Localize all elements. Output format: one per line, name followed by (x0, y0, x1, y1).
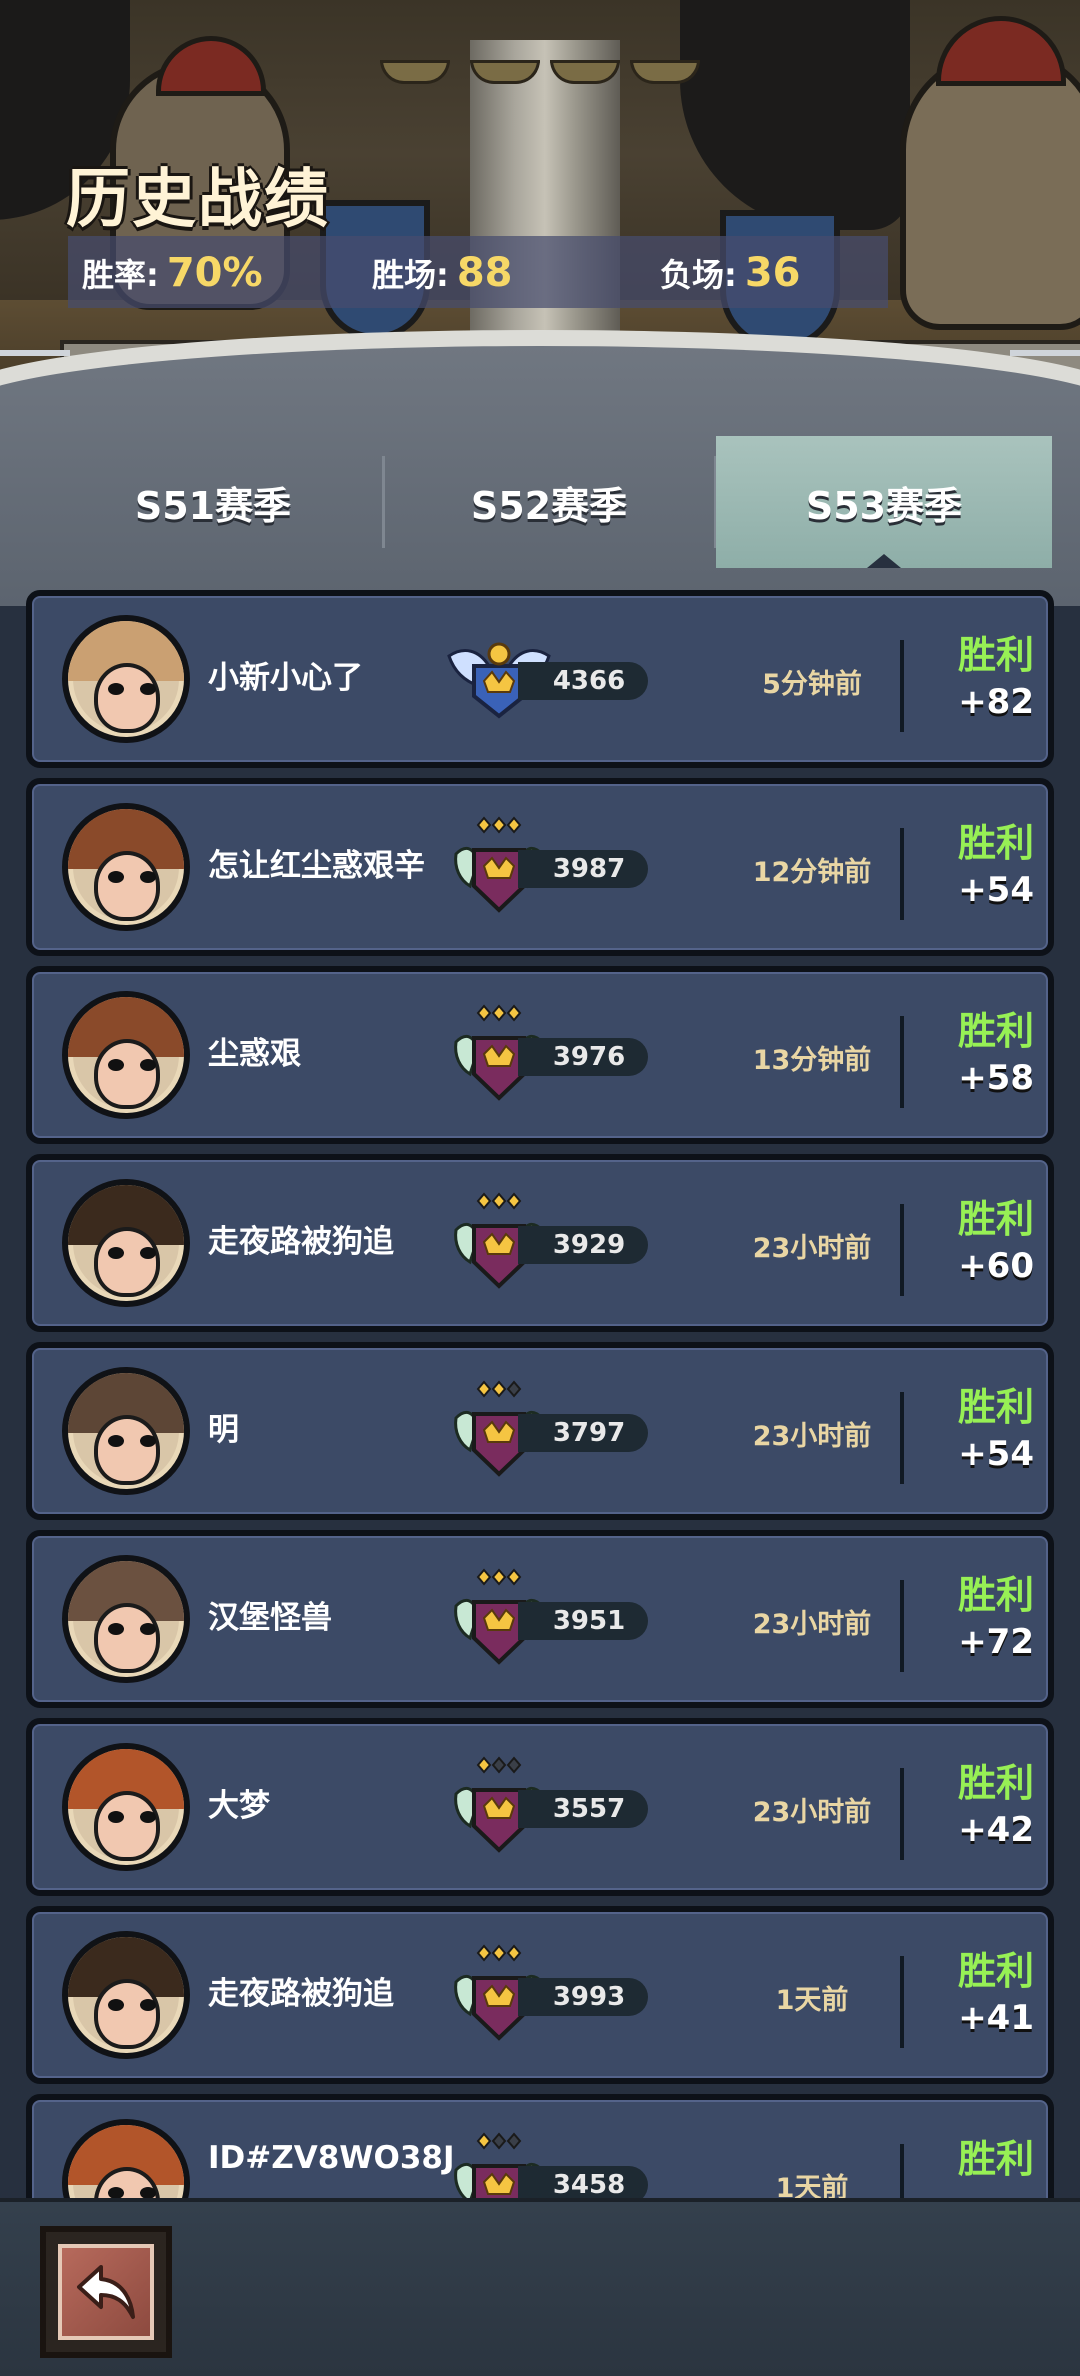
match-row[interactable]: 尘惑艰 3976 13分钟前 胜利 +58 (26, 966, 1054, 1144)
match-time: 23小时前 (752, 1421, 872, 1452)
player-avatar[interactable] (62, 1179, 190, 1307)
score-change: +58 (958, 1058, 1034, 1098)
match-row[interactable]: 走夜路被狗追 3993 1天前 胜利 +41 (26, 1906, 1054, 2084)
match-result: 胜利 (957, 1385, 1034, 1429)
score-change: +41 (958, 1998, 1034, 2038)
row-divider (900, 1580, 904, 1672)
player-avatar[interactable] (62, 2119, 190, 2198)
player-name: 汉堡怪兽 (208, 1600, 332, 1636)
history-record-screen: 历史战绩 胜率: 70% 胜场: 88 负场: 36 S51赛季 S52赛季 S… (0, 0, 1080, 2376)
back-arrow-icon (58, 2244, 154, 2340)
match-time: 12分钟前 (752, 857, 872, 888)
score-change: +60 (958, 1246, 1034, 1286)
bottom-bar (0, 2198, 1080, 2376)
match-result: 胜利 (957, 2137, 1034, 2181)
tab-s52[interactable]: S52赛季 (382, 436, 716, 568)
win-rate-label: 胜率: (82, 256, 159, 294)
player-name: 走夜路被狗追 (208, 1976, 394, 2012)
player-name: 走夜路被狗追 (208, 1224, 394, 1260)
row-divider (900, 2144, 904, 2198)
score-change: +54 (958, 1434, 1034, 1474)
score-change: +72 (958, 1622, 1034, 1662)
match-history-list[interactable]: 小新小心了 4366 5分钟前 胜利 +82 怎让红尘惑艰辛 3987 12分钟前 胜利 +54 尘… (0, 568, 1080, 2198)
player-name: 大梦 (208, 1788, 270, 1824)
back-button[interactable] (40, 2226, 172, 2358)
rank-score: 3951 (518, 1602, 648, 1640)
match-time: 23小时前 (752, 1609, 872, 1640)
match-row[interactable]: 明 3797 23小时前 胜利 +54 (26, 1342, 1054, 1520)
match-time: 5分钟前 (762, 669, 862, 700)
rank-score: 3458 (518, 2166, 648, 2198)
wins-stat: 胜场: 88 (372, 250, 512, 296)
match-time: 1天前 (775, 1985, 849, 2016)
greek-key-decor-left (0, 350, 70, 390)
player-name: ID#ZV8WO38J (208, 2140, 455, 2176)
match-time: 13分钟前 (752, 1045, 872, 1076)
losses-value: 36 (744, 250, 801, 296)
player-avatar[interactable] (62, 1367, 190, 1495)
match-result: 胜利 (957, 633, 1034, 677)
season-tabs: S51赛季 S52赛季 S53赛季 (0, 436, 1080, 568)
tab-s53[interactable]: S53赛季 (716, 436, 1052, 568)
greek-key-decor-right (1010, 350, 1080, 390)
score-change: +54 (958, 870, 1034, 910)
player-name: 明 (208, 1412, 239, 1448)
curtain-right (680, 0, 910, 230)
rank-score: 3929 (518, 1226, 648, 1264)
match-result: 胜利 (957, 1197, 1034, 1241)
score-change: +82 (958, 682, 1034, 722)
player-name: 尘惑艰 (208, 1036, 301, 1072)
match-row[interactable]: 小新小心了 4366 5分钟前 胜利 +82 (26, 590, 1054, 768)
tab-s51[interactable]: S51赛季 (46, 436, 380, 568)
losses-label: 负场: (660, 256, 737, 294)
row-divider (900, 1956, 904, 2048)
player-avatar[interactable] (62, 1931, 190, 2059)
match-time: 23小时前 (752, 1233, 872, 1264)
player-avatar[interactable] (62, 803, 190, 931)
match-result: 胜利 (957, 1761, 1034, 1805)
match-time: 23小时前 (752, 1797, 872, 1828)
match-result: 胜利 (957, 1009, 1034, 1053)
player-avatar[interactable] (62, 1743, 190, 1871)
wins-label: 胜场: (372, 256, 449, 294)
match-time: 1天前 (775, 2173, 849, 2198)
rank-score: 3987 (518, 850, 648, 888)
row-divider (900, 1768, 904, 1860)
player-avatar[interactable] (62, 1555, 190, 1683)
row-divider (900, 1016, 904, 1108)
row-divider (900, 640, 904, 732)
rank-score: 3557 (518, 1790, 648, 1828)
player-name: 小新小心了 (208, 660, 363, 696)
rank-score: 3976 (518, 1038, 648, 1076)
wins-value: 88 (456, 250, 513, 296)
row-divider (900, 1204, 904, 1296)
win-rate-value: 70% (166, 250, 263, 296)
match-result: 胜利 (957, 1949, 1034, 1993)
score-change: +42 (958, 1810, 1034, 1850)
rank-score: 3993 (518, 1978, 648, 2016)
match-row[interactable]: ID#ZV8WO38J 3458 1天前 胜利 (26, 2094, 1054, 2198)
match-row[interactable]: 怎让红尘惑艰辛 3987 12分钟前 胜利 +54 (26, 778, 1054, 956)
stats-bar: 胜率: 70% 胜场: 88 负场: 36 (68, 236, 888, 308)
win-rate-stat: 胜率: 70% (82, 250, 263, 296)
match-row[interactable]: 大梦 3557 23小时前 胜利 +42 (26, 1718, 1054, 1896)
row-divider (900, 828, 904, 920)
match-result: 胜利 (957, 821, 1034, 865)
player-avatar[interactable] (62, 991, 190, 1119)
rank-score: 4366 (518, 662, 648, 700)
match-result: 胜利 (957, 1573, 1034, 1617)
match-row[interactable]: 走夜路被狗追 3929 23小时前 胜利 +60 (26, 1154, 1054, 1332)
knight-statue-right (900, 16, 1080, 330)
player-name: 怎让红尘惑艰辛 (208, 848, 425, 884)
page-title: 历史战绩 (66, 163, 330, 237)
player-avatar[interactable] (62, 615, 190, 743)
match-row[interactable]: 汉堡怪兽 3951 23小时前 胜利 +72 (26, 1530, 1054, 1708)
chandelier (380, 40, 710, 100)
row-divider (900, 1392, 904, 1484)
rank-score: 3797 (518, 1414, 648, 1452)
losses-stat: 负场: 36 (660, 250, 800, 296)
